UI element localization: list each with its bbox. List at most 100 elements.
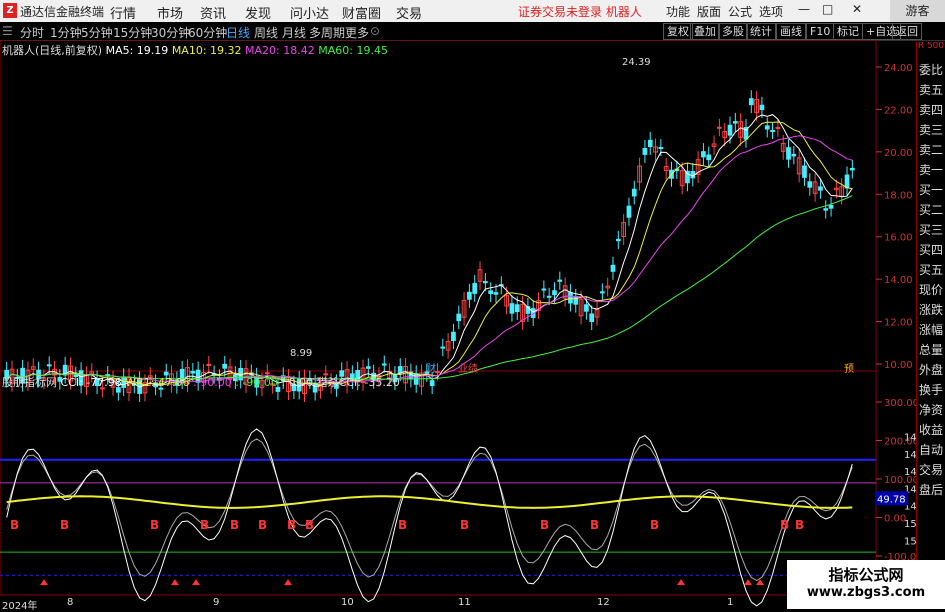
date-label: 1 [727, 597, 734, 608]
buy-signal: B [398, 518, 407, 532]
menu-options[interactable]: 选项 [759, 3, 783, 20]
date-label: 11 [458, 597, 471, 608]
buy-signal: B [230, 518, 239, 532]
period-multi[interactable]: 多周期 [309, 24, 345, 41]
sidebar-item[interactable]: 买五 [917, 260, 945, 280]
ma20-line [6, 135, 853, 383]
menu-trade[interactable]: 交易 [396, 3, 422, 22]
back-button[interactable]: 返回 [892, 23, 922, 40]
menu-market[interactable]: 市场 [157, 3, 183, 22]
stock-name: 机器人(日线,前复权) [2, 44, 103, 57]
candle-body [557, 279, 563, 282]
candle-body [509, 303, 515, 314]
price-tick-label: 22.00 [884, 105, 913, 116]
period-5min[interactable]: 5分钟 [81, 24, 113, 41]
close-icon[interactable]: ✕ [852, 2, 862, 16]
candle-body [647, 139, 653, 148]
menu-quotes[interactable]: 行情 [110, 3, 136, 22]
menu-discover[interactable]: 发现 [245, 3, 271, 22]
sidebar-item[interactable]: 卖二 [917, 140, 945, 160]
menu-ask[interactable]: 问小达 [290, 3, 329, 22]
guest-login-button[interactable]: 游客 [890, 0, 945, 22]
sidebar-item[interactable]: 买二 [917, 200, 945, 220]
period-week[interactable]: 周线 [254, 24, 278, 41]
sidebar-item[interactable]: 总量 [917, 340, 945, 360]
finance-badge[interactable]: 财 [425, 360, 437, 375]
sidebar-item[interactable]: 涨跌 [917, 300, 945, 320]
sidebar-item[interactable]: 交易 [917, 460, 945, 480]
forecast-badge[interactable]: 预 [843, 360, 855, 375]
buy-signal: B [540, 518, 549, 532]
candle-body [440, 346, 446, 349]
sidebar-item[interactable]: 买四 [917, 240, 945, 260]
trade-login-warning[interactable]: 证券交易未登录 机器人 [518, 3, 642, 20]
menu-function[interactable]: 功能 [666, 3, 690, 20]
menu-formula[interactable]: 公式 [728, 3, 752, 20]
menu-news[interactable]: 资讯 [200, 3, 226, 22]
price-tick-label: 14.00 [884, 275, 913, 286]
candle-body [514, 304, 520, 313]
period-60min[interactable]: 60分钟 [188, 24, 227, 41]
period-day[interactable]: 日线 [226, 24, 250, 41]
sidebar-item[interactable]: 卖四 [917, 100, 945, 120]
sidebar-item[interactable]: 盘后 [917, 480, 945, 500]
overlay-button[interactable]: 叠加 [690, 23, 720, 40]
sidebar-item[interactable]: 卖五 [917, 80, 945, 100]
sidebar-item[interactable]: 委比 [917, 60, 945, 80]
period-more[interactable]: 更多 [345, 24, 369, 41]
adjust-button[interactable]: 复权 [663, 23, 693, 40]
kline-chart[interactable]: 24.0022.0020.0018.0016.0014.0012.0010.00… [0, 40, 918, 607]
candle-body [429, 380, 435, 387]
sidebar-item[interactable]: 涨幅 [917, 320, 945, 340]
multi-stock-button[interactable]: 多股 [718, 23, 748, 40]
minimize-icon[interactable]: — [798, 2, 810, 16]
candle-body [493, 292, 499, 295]
candle-body [823, 208, 829, 211]
menu-wealth[interactable]: 财富圈 [342, 3, 381, 22]
candle-body [791, 153, 797, 157]
maximize-icon[interactable]: □ [822, 2, 833, 16]
toolbar-menu-icon[interactable]: ☰ [2, 24, 13, 38]
watermark-title: 指标公式网 [828, 566, 904, 584]
dropdown-icon[interactable]: ⊙ [370, 24, 380, 38]
mark-button[interactable]: 标记 [833, 23, 863, 40]
cci-value: CCI: -77.98 [60, 376, 122, 389]
buy-signal: B [650, 518, 659, 532]
stats-button[interactable]: 统计 [746, 23, 776, 40]
sidebar-item[interactable]: 卖三 [917, 120, 945, 140]
ind-tick-label: 0.00 [884, 514, 906, 525]
candle-body [626, 205, 632, 218]
buy-signal: B [795, 518, 804, 532]
ma60-line [6, 195, 853, 380]
period-1min[interactable]: 1分钟 [50, 24, 82, 41]
candle-body [802, 165, 807, 178]
sidebar-item[interactable]: 自动 [917, 440, 945, 460]
sidebar-item[interactable]: 现价 [917, 280, 945, 300]
sidebar-item[interactable]: 买一 [917, 180, 945, 200]
earnings-badge[interactable]: 业绩 [457, 360, 479, 375]
candle-body [786, 147, 791, 160]
sidebar-item[interactable]: 外盘 [917, 360, 945, 380]
quote-sidebar: R 500 委比 卖五 卖四 卖三 卖二 卖一 买一 买二 买三 买四 买五 现… [916, 42, 945, 609]
period-15min[interactable]: 15分钟 [113, 24, 152, 41]
draw-line-button[interactable]: 画线 [776, 23, 806, 40]
sidebar-item[interactable]: 净资 [917, 400, 945, 420]
buy-arrow-icon [677, 579, 685, 586]
app-logo-icon: Z [3, 3, 17, 18]
candle-body [701, 151, 706, 158]
candle-body [472, 283, 478, 294]
period-30min[interactable]: 30分钟 [151, 24, 190, 41]
sidebar-item[interactable]: 卖一 [917, 160, 945, 180]
period-intraday[interactable]: 分时 [20, 24, 44, 41]
period-month[interactable]: 月线 [282, 24, 306, 41]
f10-button[interactable]: F10 [806, 23, 835, 40]
sidebar-item[interactable]: 买三 [917, 220, 945, 240]
menu-layout[interactable]: 版面 [697, 3, 721, 20]
level-neg90: : -90.00 [235, 376, 278, 389]
level-90: : 90.00 [193, 376, 232, 389]
buy-signal: B [590, 518, 599, 532]
sidebar-item[interactable]: 收益 [917, 420, 945, 440]
candle-body [615, 238, 621, 242]
sidebar-item[interactable]: 换手 [917, 380, 945, 400]
candle-body [732, 121, 738, 124]
